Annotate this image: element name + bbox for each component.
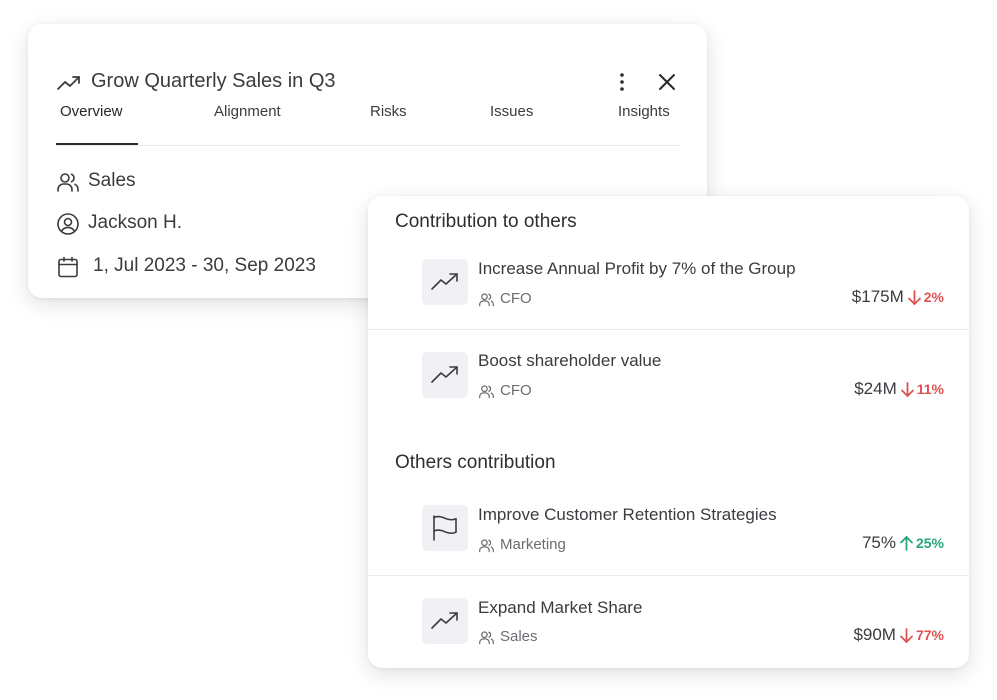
item-owner: Marketing [500,536,566,553]
list-item[interactable]: Increase Annual Profit by 7% of the Grou… [368,238,969,330]
item-change: 2% [923,289,944,305]
item-owner: CFO [500,290,532,307]
item-metric: $24M 11% [854,379,944,399]
goal-tabs: Overview Alignment Risks Issues Insights [56,102,681,146]
list-item[interactable]: Boost shareholder value CFO $24M 11% [368,330,969,422]
section-title-others-contribution: Others contribution [395,452,556,473]
tab-risks[interactable]: Risks [370,103,407,130]
section-title-contribution-to-others: Contribution to others [395,211,577,232]
item-value: $90M [853,625,896,644]
contributions-card: Contribution to others Increase Annual P… [368,196,969,668]
trend-up-icon [431,273,458,290]
item-icon-box [422,505,468,551]
tab-alignment[interactable]: Alignment [214,103,281,130]
trend-up-icon [431,366,458,383]
arrow-down-icon [907,289,921,305]
trend-up-icon [431,612,458,629]
goal-owner: Jackson H. [88,212,182,233]
user-circle-icon [57,213,79,235]
team-icon [479,385,494,399]
item-owner: Sales [500,628,538,645]
team-icon [479,293,494,307]
team-icon [57,173,79,192]
item-change: 77% [915,627,944,643]
item-title: Expand Market Share [478,598,643,617]
item-value: $175M [851,287,904,306]
item-change: 25% [915,535,944,551]
more-options-icon[interactable] [617,70,627,94]
arrow-down-icon [900,381,914,397]
item-metric: $90M 77% [853,625,944,645]
flag-icon [433,515,457,541]
calendar-icon [58,256,78,278]
item-icon-box [422,259,468,305]
arrow-down-icon [900,627,913,643]
item-owner: CFO [500,382,532,399]
item-value: 75% [861,533,896,552]
team-icon [479,631,494,645]
item-value: $24M [854,379,897,398]
item-icon-box [422,598,468,644]
item-metric: 75% 25% [862,533,944,553]
goal-title: Grow Quarterly Sales in Q3 [91,70,336,92]
list-item[interactable]: Improve Customer Retention Strategies Ma… [368,484,969,576]
active-tab-indicator [56,143,138,145]
tab-issues[interactable]: Issues [490,103,533,130]
list-item[interactable]: Expand Market Share Sales $90M 77% [368,576,969,668]
item-icon-box [422,352,468,398]
goal-header: Grow Quarterly Sales in Q3 [56,68,679,98]
goal-team: Sales [88,170,136,191]
tab-insights[interactable]: Insights [618,103,670,130]
goal-date-range: 1, Jul 2023 - 30, Sep 2023 [93,255,316,276]
close-icon[interactable] [655,70,679,94]
item-metric: $175M 2% [852,287,944,307]
item-title: Increase Annual Profit by 7% of the Grou… [478,259,796,278]
team-icon [479,539,494,553]
tab-overview[interactable]: Overview [60,103,123,130]
item-title: Boost shareholder value [478,351,662,370]
arrow-up-icon [900,535,913,551]
item-title: Improve Customer Retention Strategies [478,505,777,524]
trend-up-icon [57,76,80,90]
item-change: 11% [916,381,944,397]
